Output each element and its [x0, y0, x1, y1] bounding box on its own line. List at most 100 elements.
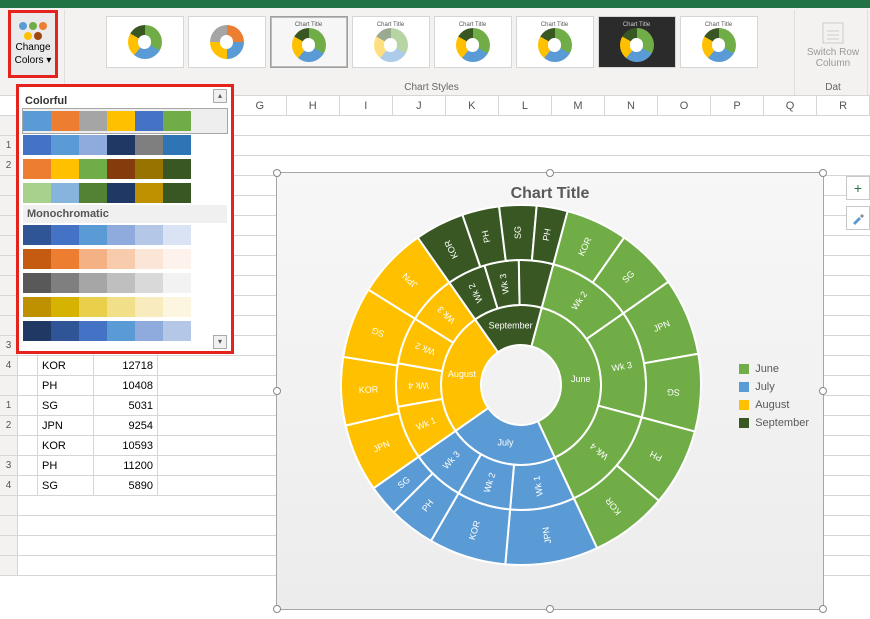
sunburst-segment[interactable] — [341, 357, 399, 426]
resize-handle[interactable] — [273, 169, 281, 177]
chart-style-item[interactable]: Chart Title — [680, 16, 758, 68]
row-header[interactable] — [0, 436, 18, 455]
color-palette-row[interactable] — [23, 295, 227, 319]
chart-style-item[interactable] — [106, 16, 184, 68]
legend-item[interactable]: September — [739, 417, 809, 429]
chart-legend[interactable]: June July August September — [739, 363, 809, 429]
color-swatch — [23, 273, 51, 293]
sunburst-segment[interactable] — [499, 205, 537, 261]
col-header-j[interactable]: J — [393, 96, 446, 115]
color-swatch — [51, 135, 79, 155]
color-swatch — [135, 273, 163, 293]
color-swatch — [135, 297, 163, 317]
sunburst-plot-area[interactable]: JuneJulyAugustSeptemberWk 2Wk 3Wk 4Wk 1W… — [333, 197, 709, 573]
chart-styles-group: Chart Title Chart Title Chart Title Char… — [69, 10, 795, 95]
color-swatch — [79, 273, 107, 293]
chart-styles-gallery[interactable]: Chart Title Chart Title Chart Title Char… — [102, 10, 762, 70]
cell[interactable]: PH — [38, 376, 94, 395]
chart-style-item[interactable]: Chart Title — [352, 16, 430, 68]
row-header[interactable]: 3 — [0, 456, 18, 475]
cell[interactable]: SG — [38, 396, 94, 415]
col-header-r[interactable]: R — [817, 96, 870, 115]
color-palette-row[interactable] — [23, 223, 227, 247]
chart-style-item-selected[interactable]: Chart Title — [270, 16, 348, 68]
cell[interactable]: 5031 — [94, 396, 158, 415]
scroll-up-button[interactable]: ▴ — [213, 89, 227, 103]
color-swatch — [135, 321, 163, 341]
cell[interactable]: 11200 — [94, 456, 158, 475]
chart-styles-button[interactable] — [846, 206, 870, 230]
chart-elements-button[interactable]: + — [846, 176, 870, 200]
color-swatch — [79, 159, 107, 179]
color-swatch — [23, 159, 51, 179]
chart-style-item[interactable]: Chart Title — [516, 16, 594, 68]
resize-handle[interactable] — [819, 169, 827, 177]
color-palette-row[interactable] — [23, 109, 227, 133]
change-colors-button[interactable]: Change Colors ▾ — [8, 10, 58, 78]
switch-row-column-button[interactable]: Switch Row Column — [805, 10, 861, 78]
legend-swatch — [739, 382, 749, 392]
color-swatch — [23, 183, 51, 203]
cell[interactable]: PH — [38, 456, 94, 475]
chart-style-item[interactable]: Chart Title — [434, 16, 512, 68]
resize-handle[interactable] — [546, 169, 554, 177]
resize-handle[interactable] — [819, 605, 827, 613]
color-swatch — [107, 183, 135, 203]
color-swatch — [51, 297, 79, 317]
color-palette-row[interactable] — [23, 319, 227, 343]
ribbon: Change Colors ▾ Chart Title Chart Title … — [0, 8, 870, 96]
cell[interactable]: JPN — [38, 416, 94, 435]
col-header-i[interactable]: I — [340, 96, 393, 115]
color-swatch — [79, 321, 107, 341]
cell[interactable]: KOR — [38, 436, 94, 455]
color-palette-row[interactable] — [23, 181, 227, 205]
color-swatch — [163, 183, 191, 203]
row-header[interactable]: 1 — [0, 396, 18, 415]
row-header[interactable]: 2 — [0, 416, 18, 435]
col-header-o[interactable]: O — [658, 96, 711, 115]
row-header[interactable] — [0, 376, 18, 395]
cell[interactable]: 12718 — [94, 356, 158, 375]
col-header-n[interactable]: N — [605, 96, 658, 115]
color-palette-row[interactable] — [23, 133, 227, 157]
col-header-g[interactable]: G — [234, 96, 287, 115]
cell[interactable]: KOR — [38, 356, 94, 375]
color-palette-row[interactable] — [23, 157, 227, 181]
chart-object[interactable]: Chart Title JuneJulyAugustSeptemberWk 2W… — [276, 172, 824, 610]
row-header[interactable]: 4 — [0, 356, 18, 375]
legend-swatch — [739, 400, 749, 410]
color-swatch — [163, 321, 191, 341]
resize-handle[interactable] — [273, 605, 281, 613]
col-header-q[interactable]: Q — [764, 96, 817, 115]
cell[interactable]: 10593 — [94, 436, 158, 455]
change-colors-label2: Colors — [15, 55, 44, 66]
resize-handle[interactable] — [546, 605, 554, 613]
chart-style-item[interactable]: Chart Title — [598, 16, 676, 68]
row-header[interactable]: 4 — [0, 476, 18, 495]
color-swatch — [107, 159, 135, 179]
col-header-l[interactable]: L — [499, 96, 552, 115]
color-palette-row[interactable] — [23, 271, 227, 295]
color-swatch — [79, 111, 107, 131]
col-header-k[interactable]: K — [446, 96, 499, 115]
resize-handle[interactable] — [273, 387, 281, 395]
data-group-label: Dat — [825, 80, 841, 95]
legend-item[interactable]: August — [739, 399, 809, 411]
col-header-m[interactable]: M — [552, 96, 605, 115]
cell[interactable]: SG — [38, 476, 94, 495]
col-header-h[interactable]: H — [287, 96, 340, 115]
scroll-down-button[interactable]: ▾ — [213, 335, 227, 349]
legend-item[interactable]: June — [739, 363, 809, 375]
legend-item[interactable]: July — [739, 381, 809, 393]
chart-style-item[interactable] — [188, 16, 266, 68]
color-swatch — [79, 183, 107, 203]
cell[interactable]: 9254 — [94, 416, 158, 435]
cell[interactable]: 10408 — [94, 376, 158, 395]
color-palette-row[interactable] — [23, 247, 227, 271]
color-swatch — [23, 297, 51, 317]
col-header-p[interactable]: P — [711, 96, 764, 115]
resize-handle[interactable] — [819, 387, 827, 395]
color-swatch — [135, 159, 163, 179]
chevron-down-icon: ▾ — [44, 55, 52, 66]
cell[interactable]: 5890 — [94, 476, 158, 495]
